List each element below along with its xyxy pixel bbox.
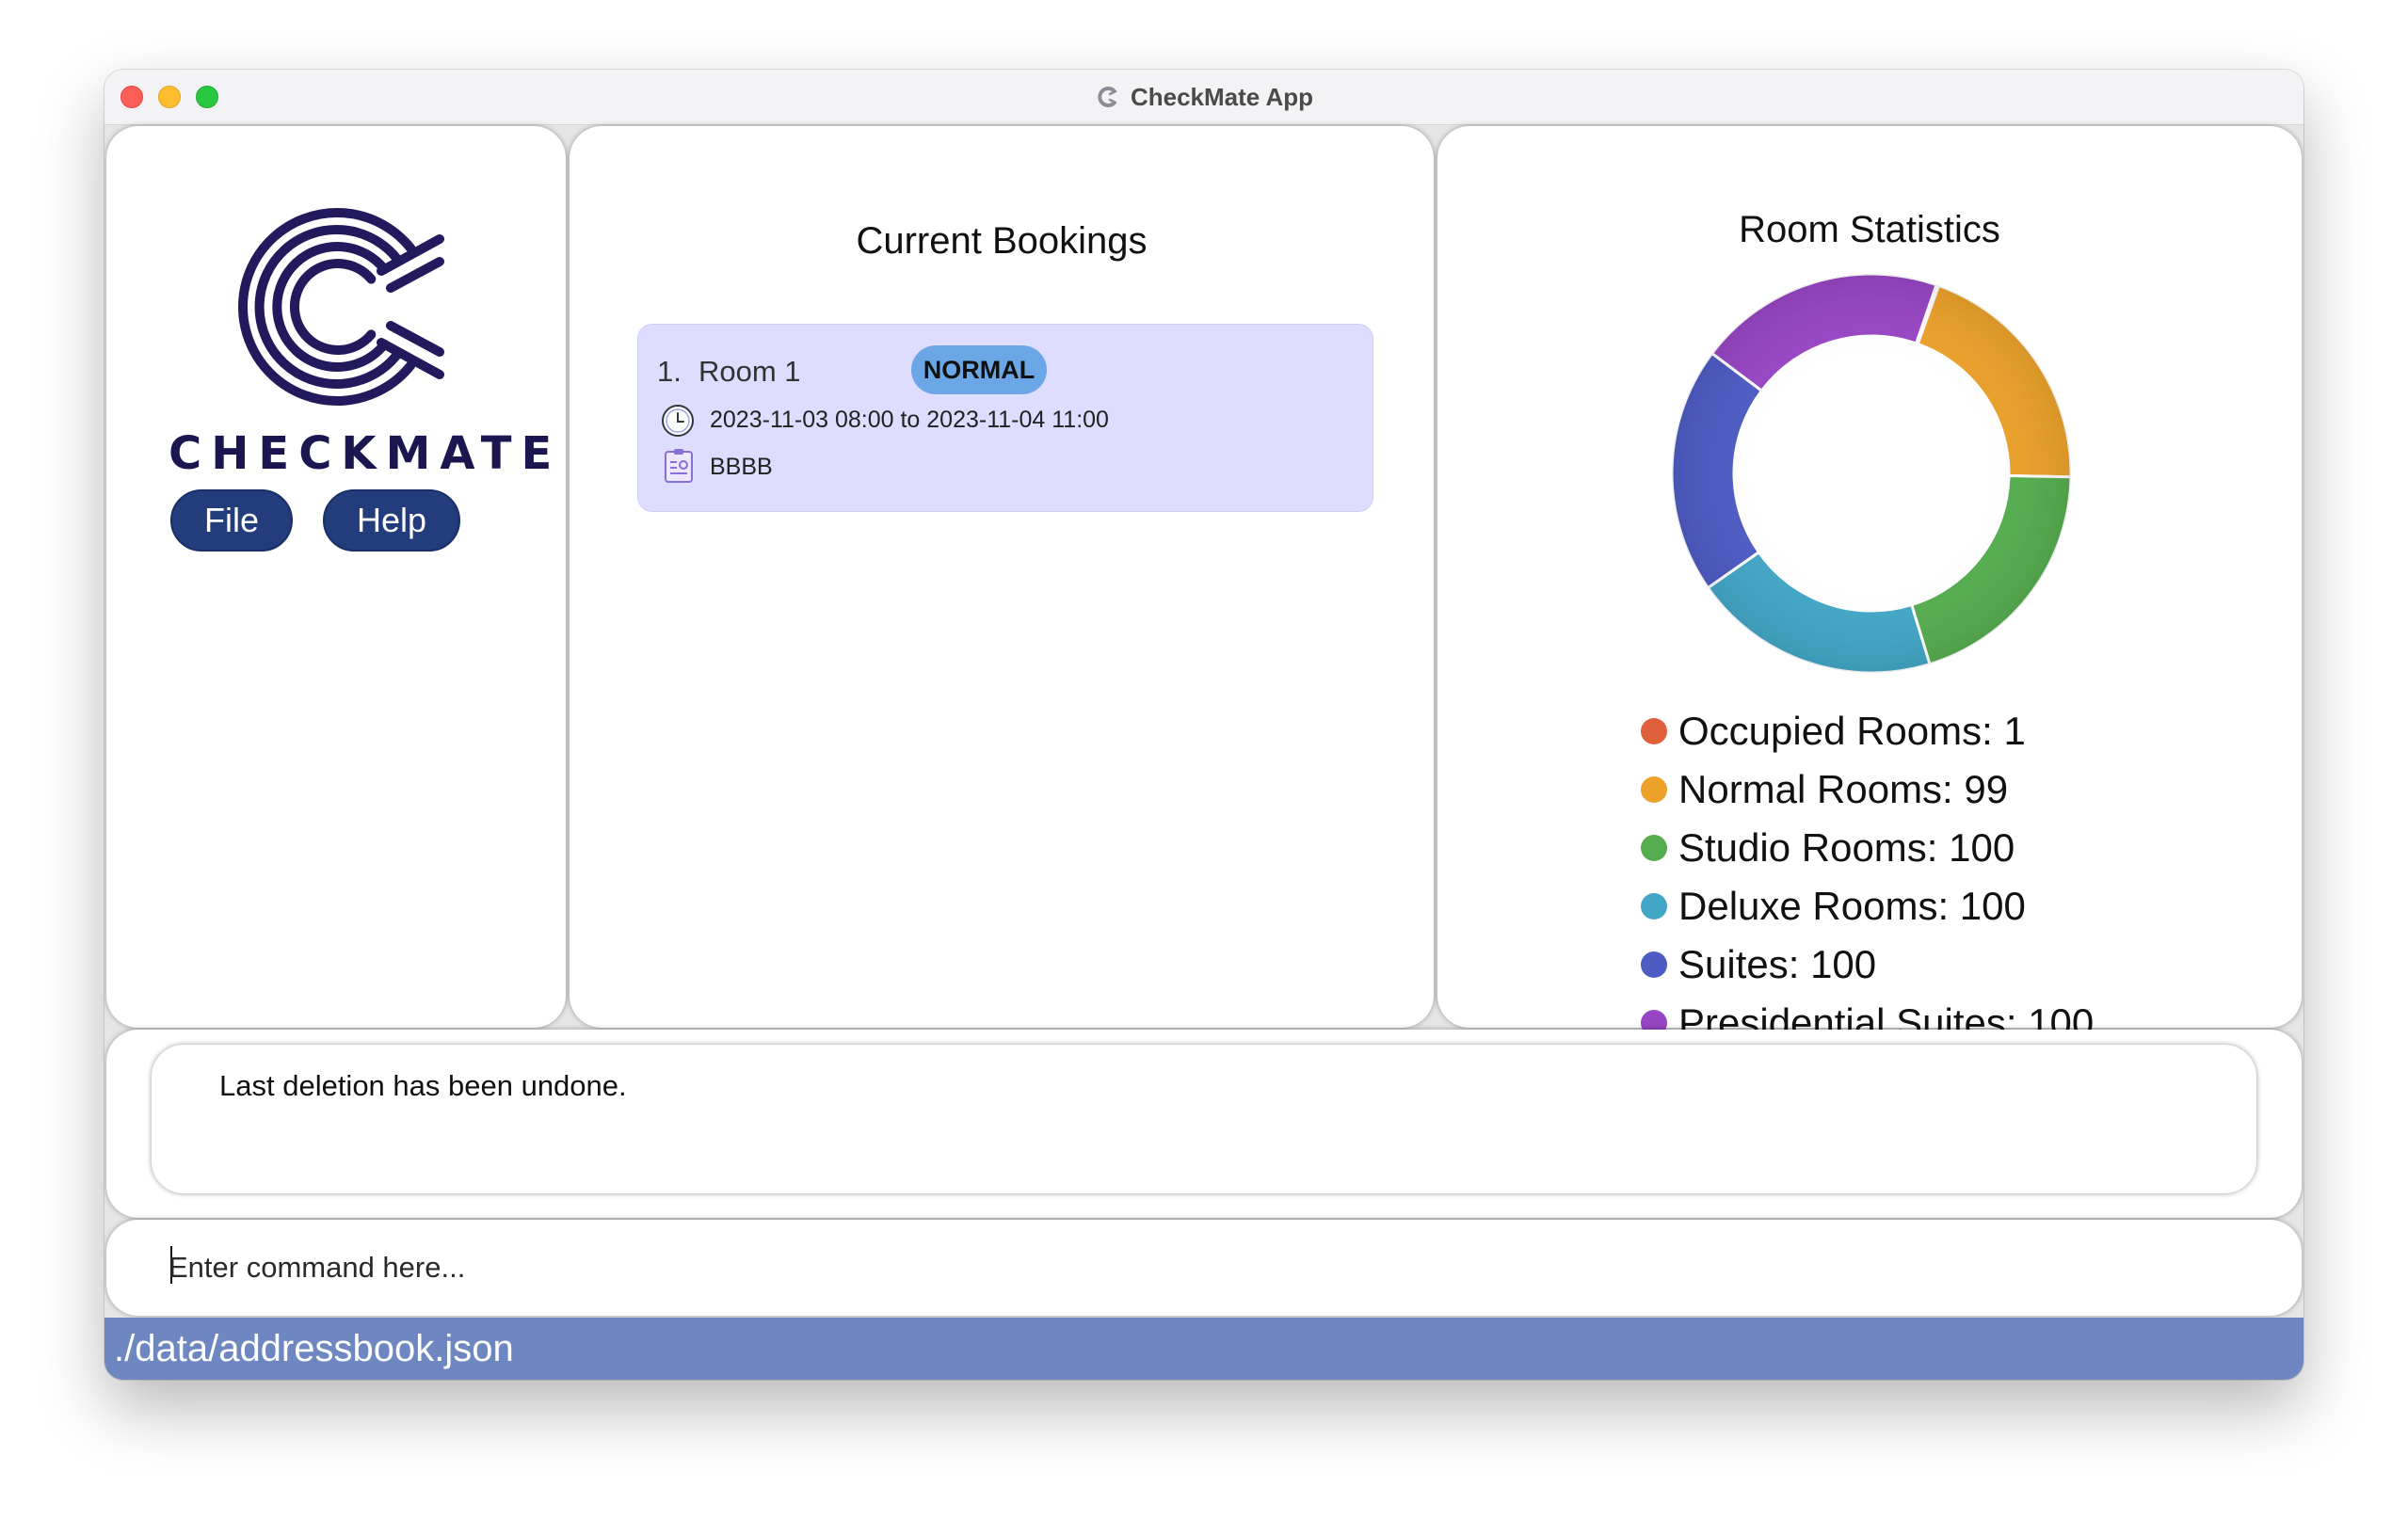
room-statistics-donut-chart [1670,272,2073,675]
donut-slice-studio-rooms [1909,474,2073,666]
booking-index: 1. [657,355,682,388]
sidebar-panel: CHECKMATE File Help [106,126,566,1028]
donut-slice-deluxe-rooms [1706,550,1932,675]
legend-item-normal: Normal Rooms: 99 [1641,760,2094,819]
donut-slice-suites [1670,351,1764,590]
result-display[interactable]: Last deletion has been undone. [152,1045,2256,1193]
result-panel: Last deletion has been undone. [106,1030,2302,1218]
booking-room: Room 1 [698,355,801,388]
bookings-panel: Current Bookings 1. Room 1 NORMAL 2023-1… [570,126,1434,1028]
legend-swatch [1641,951,1667,978]
help-menu-button[interactable]: Help [323,489,460,552]
guest-id-icon [665,449,693,483]
legend-item-occupied: Occupied Rooms: 1 [1641,702,2094,760]
command-panel [106,1220,2302,1316]
donut-slice-presidential-suites [1710,272,1938,393]
result-message: Last deletion has been undone. [219,1069,627,1102]
window-title-group: CheckMate App [104,70,2304,124]
app-icon [1098,87,1117,107]
booking-card[interactable]: 1. Room 1 NORMAL 2023-11-03 08:00 to 202… [637,324,1373,512]
bookings-title: Current Bookings [856,220,1148,262]
legend-label: Studio Rooms: 100 [1678,825,2015,870]
chart-legend: Occupied Rooms: 1 Normal Rooms: 99 Studi… [1641,702,2094,1052]
legend-label: Normal Rooms: 99 [1678,767,2009,811]
title-bar: CheckMate App [104,70,2304,125]
booking-guest: BBBB [710,454,773,480]
status-bar: ./data/addressbook.json [104,1318,2304,1380]
donut-slice-normal-rooms [1916,283,2073,479]
legend-item-deluxe: Deluxe Rooms: 100 [1641,877,2094,935]
command-input[interactable] [169,1244,2239,1291]
legend-swatch [1641,893,1667,919]
window-title: CheckMate App [1130,82,1314,111]
legend-label: Occupied Rooms: 1 [1678,709,2026,753]
booking-period: 2023-11-03 08:00 to 2023-11-04 11:00 [710,407,1109,433]
legend-item-suites: Suites: 100 [1641,935,2094,994]
legend-swatch [1641,776,1667,803]
statistics-title: Room Statistics [1739,209,2000,250]
brand-wordmark: CHECKMATE [169,427,562,480]
statistics-panel: Room Statistics Occupied Rooms: 1 Normal… [1437,126,2302,1045]
legend-swatch [1641,835,1667,861]
checkmate-logo [238,208,444,406]
legend-label: Suites: 100 [1678,942,1877,986]
legend-swatch [1641,718,1667,744]
room-type-badge: NORMAL [911,345,1047,394]
legend-item-studio: Studio Rooms: 100 [1641,819,2094,877]
clock-icon [662,405,694,437]
legend-label: Deluxe Rooms: 100 [1678,884,2026,928]
save-location-path: ./data/addressbook.json [114,1328,514,1369]
app-window: CheckMate App CHECKMATE File Help Curren… [104,70,2304,1380]
file-menu-button[interactable]: File [170,489,293,552]
